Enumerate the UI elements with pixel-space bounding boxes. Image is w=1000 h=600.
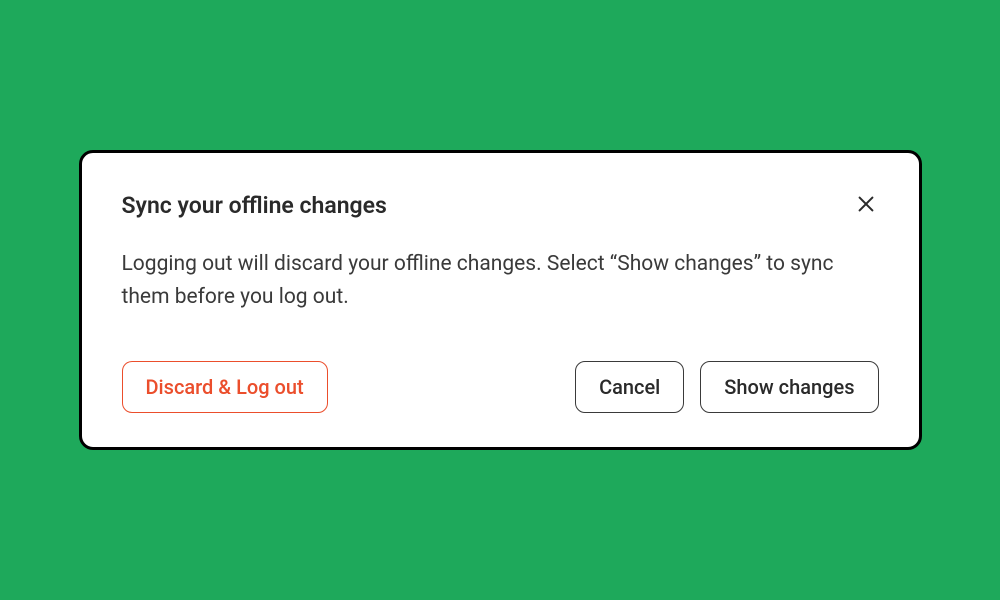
dialog-header: Sync your offline changes [122,191,879,221]
dialog-footer: Discard & Log out Cancel Show changes [122,361,879,413]
close-icon [855,193,877,215]
show-changes-button[interactable]: Show changes [700,361,878,413]
discard-logout-button[interactable]: Discard & Log out [122,361,328,413]
dialog-body-text: Logging out will discard your offline ch… [122,248,862,313]
cancel-button[interactable]: Cancel [575,361,684,413]
close-button[interactable] [853,191,879,217]
dialog-footer-right: Cancel Show changes [575,361,878,413]
sync-changes-dialog: Sync your offline changes Logging out wi… [79,150,922,451]
dialog-title: Sync your offline changes [122,191,387,221]
